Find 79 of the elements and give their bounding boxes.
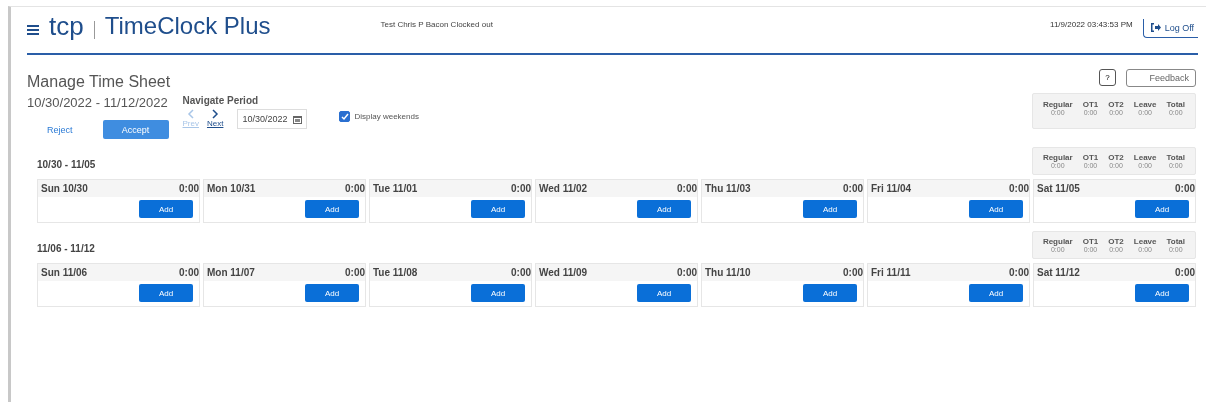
summary-label: Regular [1042, 153, 1073, 162]
date-field[interactable]: 10/30/2022 [237, 109, 308, 129]
summary-label: OT2 [1108, 153, 1124, 162]
summary-label: Leave [1133, 100, 1157, 109]
summary-label: OT1 [1082, 237, 1099, 246]
week-title: 10/30 - 11/05 [37, 158, 96, 170]
day-label: Tue 11/08 [373, 267, 418, 278]
day-label: Sat 11/12 [1037, 267, 1080, 278]
add-button[interactable]: Add [637, 200, 691, 218]
reject-link[interactable]: Reject [47, 124, 73, 135]
day-hours: 0:00 [1009, 183, 1029, 194]
day-label: Fri 11/11 [871, 267, 911, 278]
summary-label: OT1 [1082, 153, 1099, 162]
day-label: Thu 11/03 [705, 183, 751, 194]
page-title: Manage Time Sheet [27, 73, 172, 91]
chevron-right-icon [211, 109, 219, 119]
summary-label: Total [1166, 237, 1185, 246]
day-hours: 0:00 [843, 183, 863, 194]
status-text: Test Chris P Bacon Clocked out [380, 19, 493, 29]
add-button[interactable]: Add [139, 200, 193, 218]
day-label: Wed 11/09 [539, 267, 588, 278]
summary-label: Regular [1042, 100, 1073, 109]
day-label: Thu 11/10 [705, 267, 751, 278]
day-hours: 0:00 [1009, 267, 1029, 278]
calendar-icon [293, 114, 303, 124]
day-hours: 0:00 [1175, 183, 1195, 194]
add-button[interactable]: Add [471, 200, 525, 218]
date-time: 11/9/2022 03:43:53 PM [1050, 19, 1133, 29]
day-label: Tue 11/01 [373, 183, 418, 194]
add-button[interactable]: Add [803, 284, 857, 302]
add-button[interactable]: Add [305, 284, 359, 302]
summary-label: Leave [1133, 153, 1157, 162]
add-button[interactable]: Add [969, 200, 1023, 218]
next-link[interactable]: Next [206, 109, 224, 128]
feedback-button[interactable]: Feedback [1126, 69, 1196, 87]
chevron-left-icon [187, 109, 195, 119]
add-button[interactable]: Add [139, 284, 193, 302]
log-off-button[interactable]: Log Off [1142, 18, 1198, 38]
week-title: 11/06 - 11/12 [37, 242, 95, 254]
summary-label: Leave [1133, 237, 1157, 246]
add-button[interactable]: Add [803, 200, 857, 218]
day-hours: 0:00 [179, 183, 199, 194]
day-hours: 0:00 [677, 183, 697, 194]
day-hours: 0:00 [345, 267, 365, 278]
day-hours: 0:00 [677, 267, 697, 278]
summary-label: Total [1166, 153, 1185, 162]
checkbox[interactable] [339, 111, 351, 122]
summary-label: OT2 [1108, 237, 1124, 246]
summary-label: OT2 [1108, 100, 1124, 109]
add-button[interactable]: Add [1135, 200, 1189, 218]
display-weekends-label: Display weekends [354, 112, 419, 121]
day-hours: 0:00 [511, 183, 531, 194]
summary-label: Regular [1042, 237, 1073, 246]
add-button[interactable]: Add [637, 284, 691, 302]
summary-label: OT1 [1082, 100, 1099, 109]
menu-icon[interactable] [27, 25, 39, 35]
day-label: Mon 11/07 [207, 267, 255, 278]
day-label: Sat 11/05 [1037, 183, 1080, 194]
add-button[interactable]: Add [969, 284, 1023, 302]
period-range: 10/30/2022 - 11/12/2022 [27, 95, 169, 110]
day-hours: 0:00 [843, 267, 863, 278]
day-label: Mon 10/31 [207, 183, 256, 194]
day-label: Sun 11/06 [41, 267, 88, 278]
day-hours: 0:00 [179, 267, 199, 278]
day-hours: 0:00 [1175, 267, 1195, 278]
day-label: Sun 10/30 [41, 183, 88, 194]
accept-button[interactable]: Accept [102, 120, 169, 139]
navigate-period-label: Navigate Period [182, 95, 260, 106]
day-hours: 0:00 [511, 267, 531, 278]
add-button[interactable]: Add [1135, 284, 1189, 302]
add-button[interactable]: Add [471, 284, 525, 302]
day-hours: 0:00 [345, 183, 365, 194]
summary-label: Total [1166, 100, 1185, 109]
product-name: TimeClock Plus [104, 12, 271, 40]
sign-out-icon [1149, 23, 1161, 32]
day-label: Fri 11/04 [871, 183, 912, 194]
help-button[interactable]: ? [1099, 69, 1116, 86]
day-label: Wed 11/02 [539, 183, 588, 194]
add-button[interactable]: Add [305, 200, 359, 218]
